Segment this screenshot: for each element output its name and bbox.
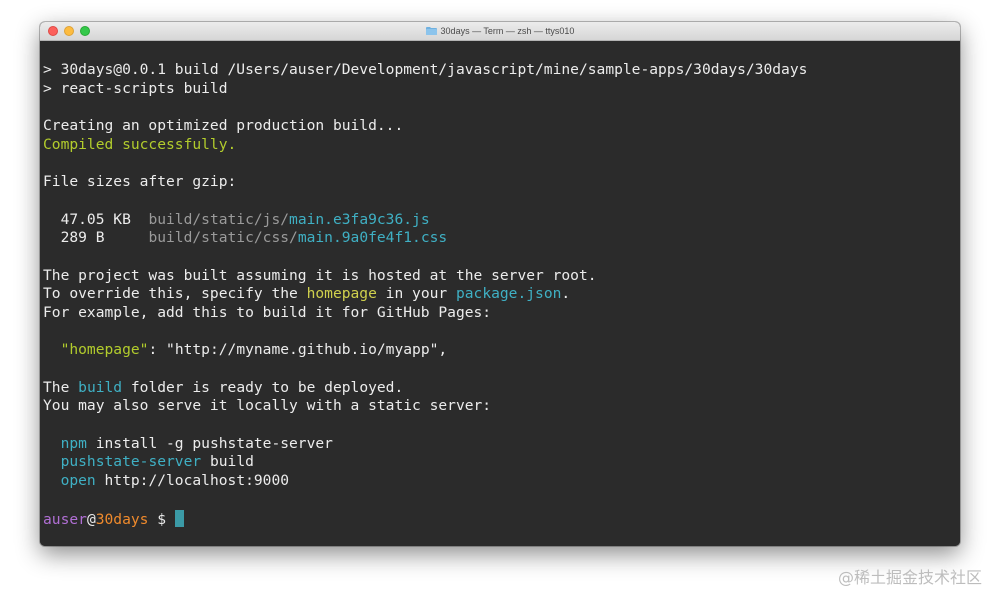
terminal-text: You may also serve it locally with a sta… xyxy=(43,397,492,415)
window-title-area: 30days — Term — zsh — ttys010 xyxy=(40,22,960,40)
terminal-text: open xyxy=(60,472,96,490)
terminal-line: npm install -g pushstate-server xyxy=(43,435,960,454)
terminal-text: build/static/css/ xyxy=(148,229,298,247)
terminal-text: The xyxy=(43,378,79,396)
terminal-line: Creating an optimized production build..… xyxy=(43,117,960,136)
terminal-line: Compiled successfully. xyxy=(43,136,960,155)
shell-prompt[interactable]: auser@30days $ xyxy=(43,509,960,529)
terminal-text: "http://myname.github.io/myapp" xyxy=(166,341,439,359)
terminal-text: > react-scripts build xyxy=(43,79,228,97)
terminal-text: pushstate-server xyxy=(60,453,202,471)
terminal-text: 47.05 KB xyxy=(43,210,149,228)
terminal-line: You may also serve it locally with a sta… xyxy=(43,397,960,416)
text-cursor xyxy=(174,509,184,527)
folder-icon xyxy=(425,27,437,35)
terminal-window: 30days — Term — zsh — ttys010 > 30days@0… xyxy=(40,22,960,546)
terminal-text: homepage xyxy=(306,285,377,303)
prompt-at: @ xyxy=(86,510,96,528)
terminal-line: To override this, specify the homepage i… xyxy=(43,285,960,304)
terminal-text: folder is ready to be deployed. xyxy=(122,378,404,396)
terminal-text: main.e3fa9c36.js xyxy=(289,210,430,228)
prompt-host: 30days xyxy=(95,510,149,528)
terminal-line: > 30days@0.0.1 build /Users/auser/Develo… xyxy=(43,61,960,80)
terminal-line: "homepage": "http://myname.github.io/mya… xyxy=(43,341,960,360)
terminal-line: 289 B build/static/css/main.9a0fe4f1.css xyxy=(43,229,960,248)
terminal-line: The project was built assuming it is hos… xyxy=(43,267,960,286)
terminal-line: For example, add this to build it for Gi… xyxy=(43,304,960,323)
title-bar[interactable]: 30days — Term — zsh — ttys010 xyxy=(40,22,960,41)
terminal-text: "homepage" xyxy=(60,341,149,359)
terminal-text: 289 B xyxy=(43,229,149,247)
terminal-text: in your xyxy=(376,285,456,303)
terminal-text: , xyxy=(438,341,448,359)
terminal-text: The project was built assuming it is hos… xyxy=(43,266,597,284)
prompt-symbol: $ xyxy=(148,510,175,528)
terminal-text: : xyxy=(148,341,167,359)
terminal-text: To override this, specify the xyxy=(43,285,307,303)
terminal-text: . xyxy=(561,285,571,303)
prompt-user: auser xyxy=(43,510,87,528)
terminal-text: main.9a0fe4f1.css xyxy=(297,229,448,247)
terminal-output[interactable]: > 30days@0.0.1 build /Users/auser/Develo… xyxy=(40,41,960,546)
terminal-line: 47.05 KB build/static/js/main.e3fa9c36.j… xyxy=(43,211,960,230)
terminal-line: pushstate-server build xyxy=(43,453,960,472)
terminal-line: > react-scripts build xyxy=(43,80,960,99)
terminal-text: build xyxy=(78,378,123,396)
terminal-text: build xyxy=(201,453,254,471)
terminal-text: install -g pushstate-server xyxy=(86,434,333,452)
terminal-text: File sizes after gzip: xyxy=(43,173,237,191)
terminal-line: File sizes after gzip: xyxy=(43,173,960,192)
terminal-text: > 30days@0.0.1 build /Users/auser/Develo… xyxy=(43,61,808,78)
terminal-text: For example, add this to build it for Gi… xyxy=(43,303,492,321)
terminal-text: Creating an optimized production build..… xyxy=(43,117,404,135)
window-title: 30days — Term — zsh — ttys010 xyxy=(440,26,575,36)
terminal-line: The build folder is ready to be deployed… xyxy=(43,379,960,398)
terminal-text: package.json xyxy=(455,285,562,303)
terminal-line: open http://localhost:9000 xyxy=(43,472,960,491)
terminal-text: http://localhost:9000 xyxy=(95,472,290,490)
terminal-text: build/static/js/ xyxy=(148,210,290,228)
terminal-text: Compiled successfully. xyxy=(43,135,237,153)
terminal-text: npm xyxy=(60,434,87,452)
watermark: @稀土掘金技术社区 xyxy=(837,568,982,587)
